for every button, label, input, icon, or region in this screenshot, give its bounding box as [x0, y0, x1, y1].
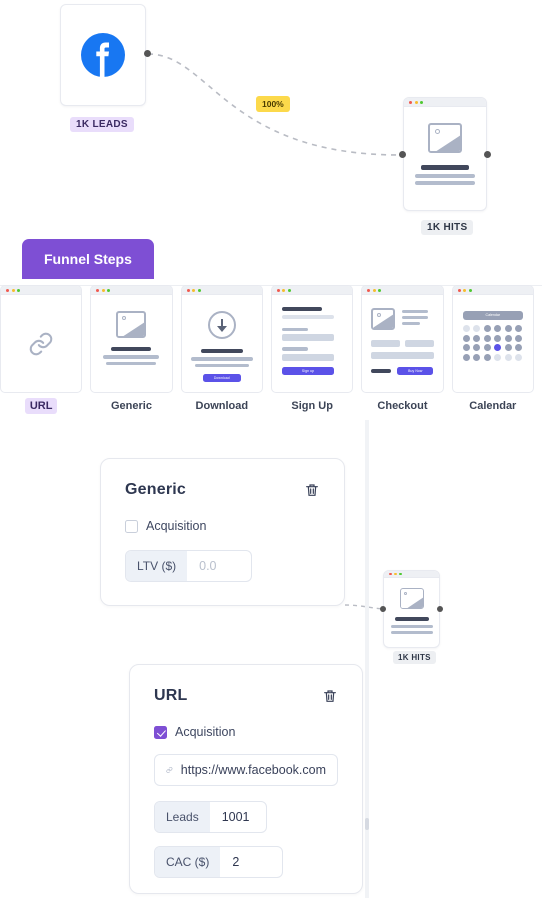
step-label-signup: Sign Up [291, 400, 333, 412]
url-cac-key: CAC ($) [155, 847, 221, 877]
generic-ltv-key: LTV ($) [126, 551, 188, 581]
properties-card-url[interactable]: URL Acquisition https://www.facebook.com… [129, 664, 363, 894]
url-cac-field[interactable]: CAC ($) 2 [154, 846, 284, 878]
properties-card-generic[interactable]: Generic Acquisition LTV ($) 0.0 [100, 458, 345, 606]
traffic-light-yellow-icon [414, 100, 418, 104]
node-hits-mini[interactable] [383, 570, 440, 648]
step-label-generic: Generic [111, 400, 152, 412]
browser-titlebar [404, 98, 486, 107]
image-placeholder-icon [428, 123, 462, 153]
step-thumb-calendar[interactable]: Calendar [451, 285, 534, 393]
step-label-url: URL [0, 398, 82, 414]
generic-acquisition-row[interactable]: Acquisition [125, 519, 320, 533]
node-hits-mini-input-handle[interactable] [380, 606, 386, 612]
generic-acquisition-label: Acquisition [146, 519, 207, 533]
download-arrow-icon [207, 311, 236, 339]
generic-ltv-input[interactable]: 0.0 [187, 551, 251, 581]
trash-icon[interactable] [322, 688, 338, 704]
node-hits-top[interactable] [403, 97, 487, 211]
url-leads-key: Leads [155, 802, 210, 832]
calendar-icon [462, 325, 523, 361]
facebook-icon [81, 33, 125, 78]
node-source-output-handle[interactable] [144, 50, 151, 57]
step-thumb-signup[interactable]: Sign up [270, 285, 354, 393]
step-thumb-download[interactable]: Download [180, 285, 263, 393]
url-acquisition-row[interactable]: Acquisition [154, 725, 338, 739]
step-thumb-url[interactable] [0, 285, 83, 393]
vertical-scrollbar-thumb[interactable] [365, 818, 369, 830]
step-thumb-checkout-button: Buy Now [397, 367, 434, 375]
image-placeholder-icon [371, 308, 396, 330]
generic-acquisition-checkbox[interactable] [125, 519, 138, 533]
step-thumb-download-button: Download [202, 374, 241, 382]
chain-link-icon [29, 332, 53, 356]
browser-titlebar [384, 571, 439, 578]
step-card-signup[interactable]: Sign up Sign Up [270, 285, 354, 412]
node-source-facebook[interactable] [60, 4, 146, 106]
step-thumb-checkout[interactable]: Buy Now [361, 285, 444, 393]
step-card-download[interactable]: Download Download [180, 285, 263, 412]
trash-icon[interactable] [304, 482, 320, 498]
chain-link-icon [166, 767, 173, 773]
step-thumb-signup-button: Sign up [281, 366, 334, 375]
step-label-checkout: Checkout [377, 400, 428, 412]
funnel-steps-strip: URL Generic Download Download Sign up Si… [0, 285, 542, 414]
url-card-header: URL [154, 687, 338, 705]
url-leads-field[interactable]: Leads 1001 [154, 801, 267, 833]
step-card-url[interactable]: URL [0, 285, 83, 414]
generic-card-header: Generic [125, 481, 320, 499]
url-input-field[interactable]: https://www.facebook.com [154, 754, 338, 786]
tab-funnel-steps[interactable]: Funnel Steps [22, 239, 154, 279]
url-input-value[interactable]: https://www.facebook.com [181, 763, 326, 777]
traffic-light-green-icon [420, 100, 423, 104]
funnel-canvas[interactable]: 1K LEADS 100% 1K HITS Funnel Steps URL G… [0, 0, 542, 898]
calendar-pill: Calendar [462, 311, 523, 320]
image-placeholder-icon [399, 588, 424, 609]
node-hits-top-label: 1K HITS [421, 220, 474, 235]
url-acquisition-checkbox[interactable] [154, 725, 167, 739]
node-hits-output-handle[interactable] [484, 151, 491, 158]
url-leads-input[interactable]: 1001 [210, 802, 266, 832]
node-hits-mini-label: 1K HITS [393, 651, 436, 664]
node-hits-mini-output-handle[interactable] [437, 606, 443, 612]
generic-card-title: Generic [125, 481, 186, 498]
node-source-label: 1K LEADS [70, 117, 134, 132]
step-label-download: Download [195, 400, 249, 412]
traffic-light-red-icon [409, 100, 412, 104]
step-card-calendar[interactable]: Calendar Calendar [451, 285, 534, 412]
url-cac-input[interactable]: 2 [220, 847, 282, 877]
image-placeholder-icon [116, 311, 147, 338]
step-card-checkout[interactable]: Buy Now Checkout [361, 285, 444, 412]
url-acquisition-label: Acquisition [175, 725, 236, 739]
url-card-title: URL [154, 687, 188, 704]
generic-ltv-field[interactable]: LTV ($) 0.0 [125, 550, 253, 582]
step-thumb-generic[interactable] [90, 285, 173, 393]
edge-conversion-badge[interactable]: 100% [256, 96, 290, 112]
step-card-generic[interactable]: Generic [90, 285, 173, 412]
node-hits-input-handle[interactable] [399, 151, 406, 158]
step-label-calendar: Calendar [469, 400, 517, 412]
